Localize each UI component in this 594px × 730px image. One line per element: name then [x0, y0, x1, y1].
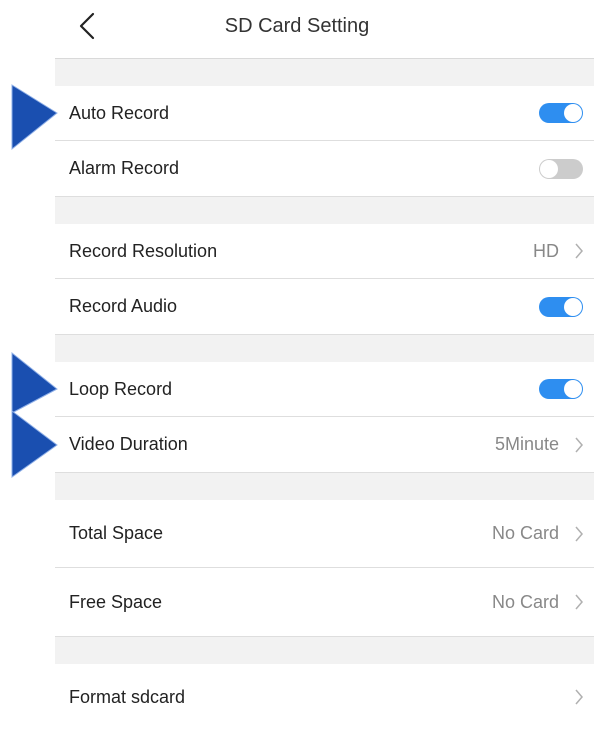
toggle-knob	[540, 159, 558, 178]
loop-record-row[interactable]: Loop Record	[55, 362, 594, 417]
toggle-knob	[564, 104, 582, 122]
total-space-value: No Card	[491, 523, 559, 543]
record-audio-toggle[interactable]	[539, 296, 583, 317]
format-sdcard-row[interactable]: Format sdcard	[55, 664, 594, 730]
video-duration-row[interactable]: Video Duration 5Minute	[55, 417, 594, 473]
section-gap	[55, 335, 594, 362]
record-resolution-label: Record Resolution	[69, 240, 218, 261]
alarm-record-toggle[interactable]	[539, 158, 583, 179]
video-duration-label: Video Duration	[69, 434, 188, 454]
chevron-right-icon	[575, 437, 583, 452]
auto-record-row[interactable]: Auto Record	[55, 86, 594, 141]
section-gap	[55, 473, 594, 500]
record-audio-row[interactable]: Record Audio	[55, 279, 594, 335]
toggle-knob	[564, 380, 582, 398]
free-space-label: Free Space	[69, 591, 163, 612]
free-space-value: No Card	[491, 591, 559, 612]
record-resolution-value: HD	[533, 240, 559, 261]
auto-record-label: Auto Record	[69, 102, 170, 123]
toggle-knob	[564, 297, 582, 316]
chevron-right-icon	[575, 243, 583, 259]
chevron-right-icon	[575, 689, 583, 705]
total-space-row[interactable]: Total Space No Card	[55, 500, 594, 568]
total-space-label: Total Space	[69, 523, 164, 543]
section-gap	[55, 197, 594, 224]
chevron-right-icon	[575, 594, 583, 610]
alarm-record-row[interactable]: Alarm Record	[55, 141, 594, 197]
pointer-arrow-icon	[11, 409, 58, 478]
section-gap	[55, 637, 594, 664]
section-gap	[55, 59, 594, 86]
header-bar: SD Card Setting	[0, 0, 594, 58]
free-space-row[interactable]: Free Space No Card	[55, 568, 594, 637]
page-title: SD Card Setting	[224, 15, 370, 37]
chevron-right-icon	[575, 526, 583, 541]
record-resolution-row[interactable]: Record Resolution HD	[55, 224, 594, 279]
loop-record-label: Loop Record	[69, 378, 173, 399]
pointer-arrow-icon	[11, 84, 58, 151]
format-sdcard-label: Format sdcard	[69, 686, 186, 707]
loop-record-toggle[interactable]	[539, 379, 583, 399]
alarm-record-label: Alarm Record	[69, 158, 180, 178]
pointer-arrow-icon	[11, 352, 58, 414]
video-duration-value: 5Minute	[494, 434, 559, 454]
record-audio-label: Record Audio	[69, 296, 178, 316]
auto-record-toggle[interactable]	[539, 103, 583, 123]
